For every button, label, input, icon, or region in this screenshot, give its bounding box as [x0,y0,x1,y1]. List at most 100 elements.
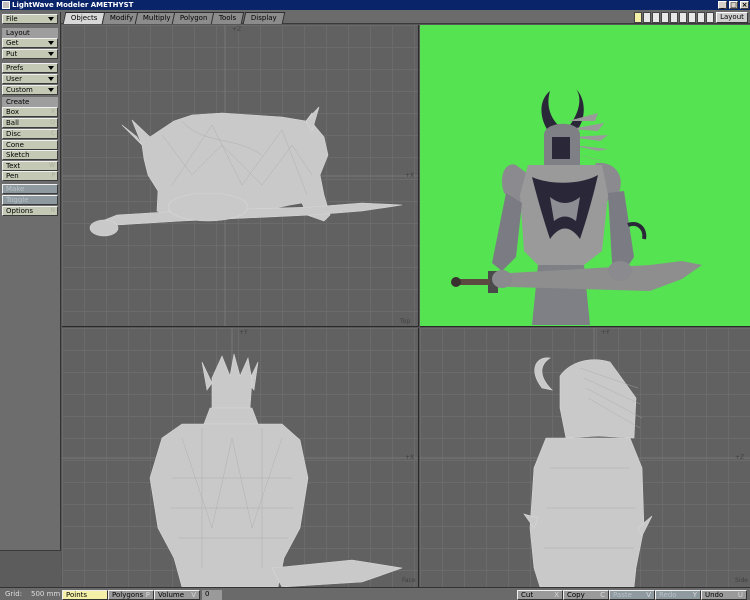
points-mode-button[interactable]: Points [62,590,108,600]
title-bar: LightWave Modeler AMETHYST _ □ × [0,0,750,10]
side-view-wireframe [420,328,750,587]
layout-button[interactable]: Layout [716,12,748,23]
layer-toggle-8[interactable] [697,12,705,23]
text-button[interactable]: Text W [2,161,58,171]
user-menu-label: User [6,75,22,83]
paste-button[interactable]: Paste V [609,590,655,600]
layer-toggle-9[interactable] [706,12,714,23]
toggle-button[interactable]: Toggle [2,195,58,205]
copy-button[interactable]: Copy C [563,590,609,600]
layer-toggle-3[interactable] [652,12,660,23]
front-view-label: Face [402,577,416,584]
sketch-button[interactable]: Sketch [2,150,58,160]
sidebar: File Layout Get Put Prefs User Custom Cr… [0,12,61,587]
layer-toggle-7[interactable] [688,12,696,23]
ball-shortcut: O [50,119,55,126]
file-menu[interactable]: File [2,14,58,24]
tab-polygon-label: Polygon [179,14,208,22]
get-menu-label: Get [6,39,19,47]
volume-mode-button[interactable]: Volume V [154,590,200,600]
minimize-icon[interactable]: _ [718,1,727,9]
cut-label: Cut [521,591,534,599]
put-menu[interactable]: Put [2,49,58,59]
tab-multiply-label: Multiply [142,14,171,22]
tab-bar: Objects Modify Multiply Polygon Tools Di… [0,10,750,24]
disc-label: Disc [6,130,21,138]
prefs-menu[interactable]: Prefs [2,63,58,73]
front-view-wireframe [62,328,418,587]
polygons-mode-button[interactable]: Polygons P [108,590,154,600]
side-view-axis-v: +Y [601,329,610,336]
points-label: Points [66,591,88,599]
layer-toggle-5[interactable] [670,12,678,23]
disc-button[interactable]: Disc C [2,129,58,139]
volume-shortcut: V [191,591,196,599]
pen-label: Pen [6,172,19,180]
maximize-icon[interactable]: □ [729,1,738,9]
paste-label: Paste [613,591,632,599]
close-icon[interactable]: × [740,1,749,9]
options-shortcut: N [50,207,56,214]
sidebar-info-panel [0,550,61,587]
tab-display[interactable]: Display [242,12,286,24]
redo-button[interactable]: Redo Y [655,590,701,600]
status-bar: Grid: 500 mm Points Polygons P Volume V 0 … [0,587,750,600]
box-label: Box [6,108,20,116]
user-menu[interactable]: User [2,74,58,84]
viewport-front[interactable]: +Y +X Face [62,328,419,587]
pen-button[interactable]: Pen P [2,171,58,181]
make-button[interactable]: Make [2,184,58,194]
create-section-label: Create [6,98,30,106]
top-view-wireframe [62,25,418,326]
tab-tools[interactable]: Tools [210,12,245,24]
tab-modify-label: Modify [109,14,134,22]
copy-shortcut: C [600,591,605,599]
polygons-label: Polygons [112,591,144,599]
undo-label: Undo [705,591,724,599]
layout-section-header: Layout [2,28,58,38]
text-label: Text [6,162,21,170]
tab-polygon[interactable]: Polygon [171,12,216,24]
grid-label: Grid: [5,590,23,598]
top-view-label: Top [400,318,411,325]
tab-tools-label: Tools [218,14,237,22]
options-button[interactable]: Options N [2,206,58,216]
front-view-axis-h: +X [405,454,415,461]
text-shortcut: W [49,162,55,169]
app-icon [2,1,10,9]
ball-label: Ball [6,119,19,127]
window-title: LightWave Modeler AMETHYST [12,1,134,9]
layer-toggle-2[interactable] [643,12,651,23]
options-label: Options [6,207,34,215]
custom-menu-label: Custom [6,86,33,94]
toggle-label: Toggle [6,196,29,204]
volume-label: Volume [158,591,185,599]
layer-toggle-6[interactable] [679,12,687,23]
selection-count: 0 [202,590,222,600]
layer-toggle-4[interactable] [661,12,669,23]
custom-menu[interactable]: Custom [2,85,58,95]
box-button[interactable]: Box X [2,107,58,117]
layout-section-label: Layout [6,29,30,37]
make-label: Make [6,185,25,193]
file-menu-label: File [6,15,18,23]
redo-label: Redo [659,591,677,599]
undo-shortcut: U [737,591,743,599]
disc-shortcut: C [50,130,55,137]
viewport-side[interactable]: +Y +Z Side [420,328,750,587]
undo-button[interactable]: Undo U [701,590,747,600]
side-view-axis-h: +Z [735,454,745,461]
cone-label: Cone [6,141,24,149]
viewport-perspective[interactable] [420,25,750,327]
tab-objects[interactable]: Objects [62,12,106,24]
layer-toggle-1[interactable] [634,12,642,23]
ball-button[interactable]: Ball O [2,118,58,128]
cut-button[interactable]: Cut X [517,590,563,600]
grid-value: 500 mm [31,590,61,598]
cone-button[interactable]: Cone [2,140,58,150]
put-menu-label: Put [6,50,18,58]
viewport-top[interactable]: +Z +X Top [62,25,419,327]
get-menu[interactable]: Get [2,38,58,48]
lightwave-modeler-window: LightWave Modeler AMETHYST _ □ × Objects… [0,0,750,600]
sketch-label: Sketch [6,151,30,159]
